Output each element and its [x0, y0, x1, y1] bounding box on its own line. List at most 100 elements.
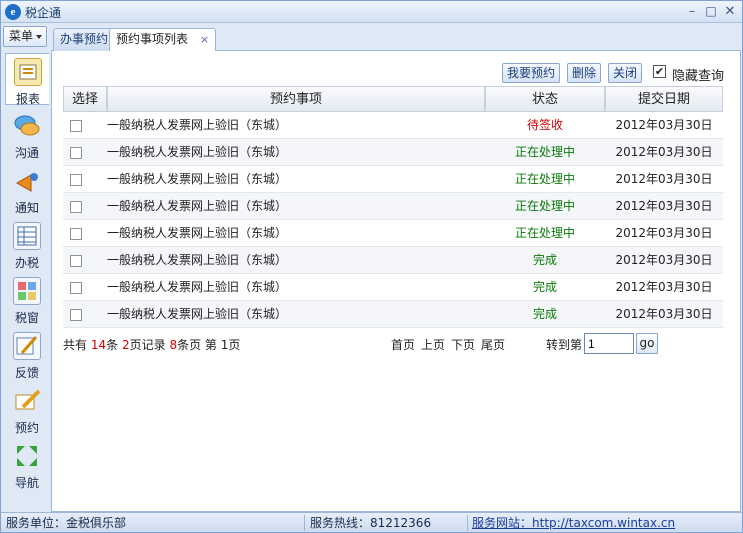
column-header-date[interactable]: 提交日期	[605, 86, 723, 112]
notice-icon	[13, 167, 41, 195]
goto-page-input[interactable]	[584, 333, 634, 354]
content-panel: 我要预约 删除 关闭 ✔ 隐藏查询 选择 预约事项 状态 提交日期 一般纳税人发…	[51, 51, 741, 512]
navigation-icon	[13, 442, 41, 470]
status-cell: 完成	[532, 307, 557, 321]
table-row[interactable]: 一般纳税人发票网上验旧（东城） 完成 2012年03月30日	[63, 274, 723, 301]
sidebar-item-navigation[interactable]: 导航	[5, 438, 49, 490]
table-row[interactable]: 一般纳税人发票网上验旧（东城） 完成 2012年03月30日	[63, 301, 723, 328]
sidebar-item-label: 沟通	[14, 146, 39, 160]
booking-icon	[13, 387, 41, 415]
tab-booking[interactable]: 办事预约	[53, 28, 116, 51]
pager-info: 共有 14条 2页记录 8条页 第 1页	[63, 338, 240, 352]
status-cell: 正在处理中	[514, 226, 575, 240]
table-row[interactable]: 一般纳税人发票网上验旧（东城） 待签收 2012年03月30日	[63, 112, 723, 139]
site-link[interactable]: http://taxcom.wintax.cn	[532, 516, 675, 530]
header-label: 选择	[71, 92, 98, 107]
date-cell: 2012年03月30日	[615, 118, 713, 132]
item-cell: 一般纳税人发票网上验旧（东城）	[107, 253, 288, 267]
tab-label: 预约事项列表	[116, 32, 189, 46]
column-header-select[interactable]: 选择	[63, 86, 107, 112]
minimize-icon[interactable]: –	[683, 4, 701, 19]
row-checkbox[interactable]	[70, 282, 82, 294]
sidebar-item-tax[interactable]: 办税	[5, 218, 49, 270]
row-checkbox[interactable]	[70, 309, 82, 321]
hide-query-label: 隐藏查询	[672, 69, 725, 84]
table-row[interactable]: 一般纳税人发票网上验旧（东城） 完成 2012年03月30日	[63, 247, 723, 274]
item-cell: 一般纳税人发票网上验旧（东城）	[107, 280, 288, 294]
last-page-link[interactable]: 尾页	[481, 335, 505, 355]
item-cell: 一般纳税人发票网上验旧（东城）	[107, 307, 288, 321]
header-label: 预约事项	[269, 92, 322, 107]
chevron-down-icon	[36, 35, 42, 39]
site-label: 服务网站：	[472, 516, 533, 530]
status-bar: 服务单位：金税俱乐部 服务热线：81212366 服务网站：http://tax…	[1, 512, 742, 532]
item-cell: 一般纳税人发票网上验旧（东城）	[107, 199, 288, 213]
service-site: 服务网站：http://taxcom.wintax.cn	[472, 513, 675, 533]
date-cell: 2012年03月30日	[615, 172, 713, 186]
table-row[interactable]: 一般纳税人发票网上验旧（东城） 正在处理中 2012年03月30日	[63, 166, 723, 193]
row-checkbox[interactable]	[70, 228, 82, 240]
date-cell: 2012年03月30日	[615, 253, 713, 267]
per-page-count: 8	[169, 338, 178, 352]
row-checkbox[interactable]	[70, 201, 82, 213]
sidebar-item-label: 通知	[14, 201, 39, 215]
row-checkbox[interactable]	[70, 147, 82, 159]
next-page-link[interactable]: 下页	[451, 335, 475, 355]
my-booking-button[interactable]: 我要预约	[502, 63, 561, 83]
maximize-icon[interactable]: □	[702, 4, 720, 19]
tab-label: 办事预约	[60, 32, 109, 46]
close-tab-icon[interactable]: ×	[200, 33, 209, 46]
sidebar-item-notice[interactable]: 通知	[5, 163, 49, 215]
pager-text: 条页 第	[177, 338, 217, 352]
date-cell: 2012年03月30日	[615, 280, 713, 294]
sidebar-item-chat[interactable]: 沟通	[5, 108, 49, 160]
table-row[interactable]: 一般纳税人发票网上验旧（东城） 正在处理中 2012年03月30日	[63, 193, 723, 220]
chat-icon	[13, 112, 41, 140]
status-cell: 正在处理中	[514, 199, 575, 213]
service-unit: 服务单位：金税俱乐部	[6, 516, 127, 530]
tab-bar: 办事预约 预约事项列表 ×	[51, 25, 741, 52]
app-title: 税企通	[25, 6, 62, 20]
sidebar-item-label: 导航	[14, 476, 39, 490]
column-header-item[interactable]: 预约事项	[107, 86, 485, 112]
pager-text: 条	[106, 338, 119, 352]
pager-text: 页记录	[129, 338, 166, 352]
sidebar-item-report[interactable]: 报表	[5, 53, 49, 106]
status-cell: 完成	[532, 253, 557, 267]
column-header-status[interactable]: 状态	[485, 86, 605, 112]
table-row[interactable]: 一般纳税人发票网上验旧（东城） 正在处理中 2012年03月30日	[63, 139, 723, 166]
sidebar-item-label: 反馈	[14, 366, 39, 380]
header-label: 状态	[531, 92, 558, 107]
row-checkbox[interactable]	[70, 255, 82, 267]
status-divider	[467, 515, 468, 531]
status-divider	[304, 515, 305, 531]
row-checkbox[interactable]	[70, 174, 82, 186]
sidebar-item-label: 预约	[14, 421, 39, 435]
menu-label: 菜单	[9, 29, 34, 43]
table-row[interactable]: 一般纳税人发票网上验旧（东城） 正在处理中 2012年03月30日	[63, 220, 723, 247]
first-page-link[interactable]: 首页	[391, 335, 415, 355]
sidebar-item-booking[interactable]: 预约	[5, 383, 49, 435]
pagination: 共有 14条 2页记录 8条页 第 1页 首页 上页 下页 尾页 转到第 go	[63, 333, 723, 355]
service-hotline: 服务热线：81212366	[310, 516, 432, 530]
tab-booking-list[interactable]: 预约事项列表 ×	[109, 28, 217, 52]
status-cell: 完成	[532, 280, 557, 294]
header-label: 提交日期	[637, 92, 690, 107]
close-window-icon[interactable]: ✕	[721, 4, 739, 19]
row-checkbox[interactable]	[70, 120, 82, 132]
go-button[interactable]: go	[636, 333, 658, 354]
date-cell: 2012年03月30日	[615, 226, 713, 240]
page-count: 2	[121, 338, 130, 352]
hide-query-checkbox[interactable]: ✔	[653, 65, 666, 78]
delete-button[interactable]: 删除	[567, 63, 602, 83]
close-button[interactable]: 关闭	[608, 63, 643, 83]
app-window: e 税企通 – □ ✕ 菜单 报表 沟通 通知 办税 税窗 反馈 预约 导航 办…	[0, 0, 743, 533]
window-icon	[13, 277, 41, 305]
sidebar-item-window[interactable]: 税窗	[5, 273, 49, 325]
title-bar: e 税企通 – □ ✕	[1, 1, 742, 23]
sidebar-item-label: 报表	[15, 92, 40, 106]
prev-page-link[interactable]: 上页	[421, 335, 445, 355]
sidebar-item-feedback[interactable]: 反馈	[5, 328, 49, 380]
item-cell: 一般纳税人发票网上验旧（东城）	[107, 118, 288, 132]
menu-button[interactable]: 菜单	[3, 26, 47, 47]
